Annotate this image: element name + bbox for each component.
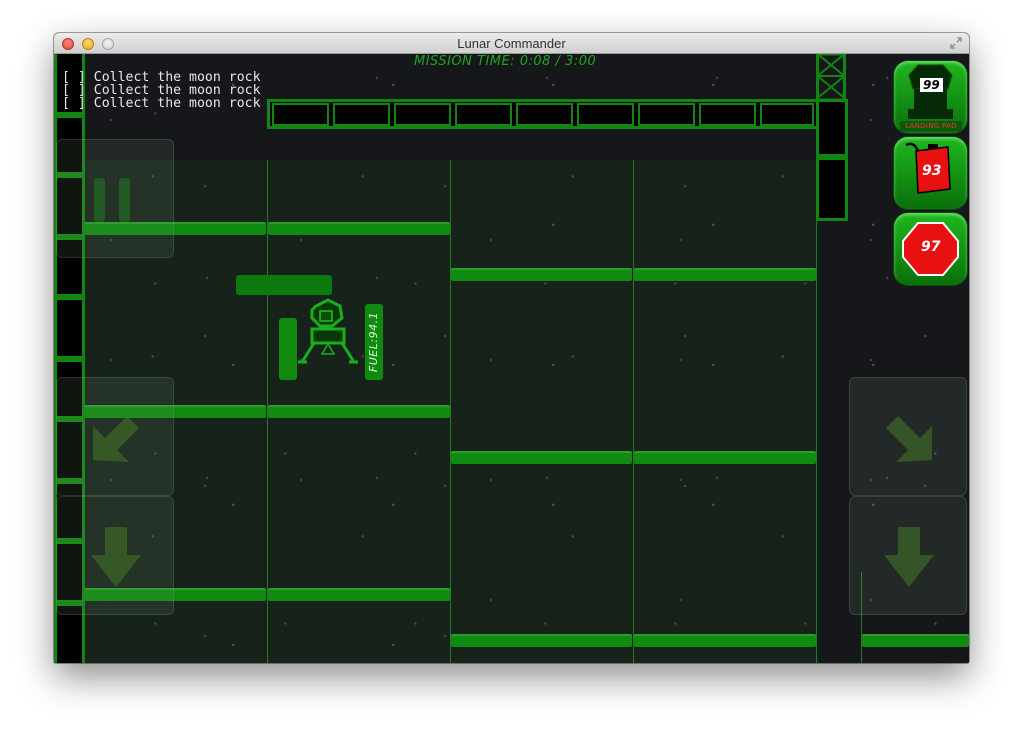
arrow-down-icon (884, 527, 934, 587)
landing-pad-label: LANDING PAD (900, 121, 962, 131)
platform (634, 634, 816, 647)
arrow-down-right-icon (886, 416, 932, 462)
landing-pad-badge: 99 LANDING PAD (894, 61, 967, 133)
thrust-down-button-right[interactable] (849, 496, 967, 615)
objective-item: [ ] Collect the moon rock (62, 97, 261, 110)
platform (451, 451, 632, 464)
platform (862, 634, 969, 647)
title-bar: Lunar Commander (54, 33, 969, 54)
pause-button[interactable] (56, 139, 174, 258)
platform (451, 268, 632, 281)
arrow-down-left-icon (93, 416, 139, 462)
fuel-gauge: FUEL:94.1 (365, 304, 383, 380)
platform (634, 451, 816, 464)
game-canvas[interactable]: [ ] Collect the moon rock [ ] Collect th… (54, 54, 969, 663)
thrust-down-button[interactable] (56, 496, 174, 615)
stop-sign-badge: 97 (894, 213, 967, 285)
overhead-girder (267, 99, 819, 129)
arrow-down-icon (91, 527, 141, 587)
fuel-canister-count: 93 (922, 163, 942, 179)
platform (451, 634, 632, 647)
grid-line (816, 160, 817, 663)
platform (268, 588, 450, 601)
grid-line (450, 160, 451, 663)
thrust-left-button[interactable] (56, 377, 174, 496)
mission-timer: MISSION TIME: 0:08 / 3:00 (414, 54, 597, 69)
fuel-canister-badge: 93 (894, 137, 967, 209)
objectives-list: [ ] Collect the moon rock [ ] Collect th… (62, 71, 261, 110)
fuel-readout: FUEL:94.1 (367, 311, 380, 373)
thrust-right-button[interactable] (849, 377, 967, 496)
objective-text: Collect the moon rock (93, 96, 261, 111)
stop-sign-count: 97 (921, 239, 941, 255)
platform (634, 268, 816, 281)
landing-pad-count: 99 (920, 78, 943, 92)
platform (268, 222, 450, 235)
window-title: Lunar Commander (457, 36, 566, 51)
grid-line (633, 160, 634, 663)
objective-checkbox: [ ] (62, 96, 86, 111)
platform (268, 405, 450, 418)
right-support-column (816, 99, 848, 221)
fullscreen-icon[interactable] (949, 36, 963, 50)
app-window: Lunar Commander [] Collect the moon roc… (54, 33, 969, 663)
pause-icon (94, 178, 130, 222)
lattice-tower (816, 54, 846, 100)
